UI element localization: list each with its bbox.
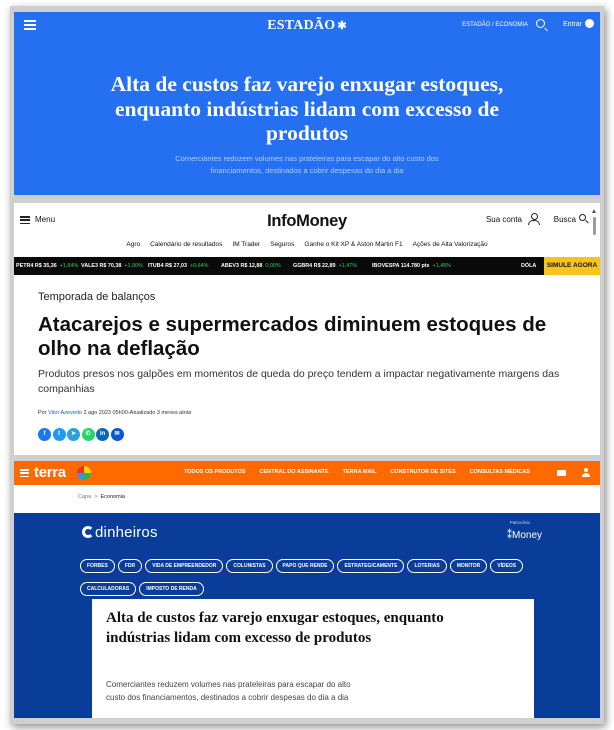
tag-papo-que-rende[interactable]: PAPO QUE RENDE (275, 559, 335, 573)
author-link[interactable]: Vitor Azevedo (48, 410, 82, 416)
nav-item-mail[interactable]: TERRA MAIL (343, 469, 377, 475)
nav-item-calendario[interactable]: Calendário de resultados (150, 241, 222, 248)
sponsor-logo[interactable]: ⁑Money (507, 530, 542, 541)
breadcrumb-home[interactable]: Capa (78, 494, 91, 500)
article-headline: Alta de custos faz varejo enxugar estoqu… (110, 72, 504, 145)
article-subheadline: Produtos presos nos galpões em momentos … (38, 368, 560, 395)
infomoney-nav: Agro Calendário de resultados IM Trader Seg… (14, 241, 600, 248)
tag-monitor[interactable]: MONITOR (449, 559, 488, 573)
tag-estrategicamente[interactable]: ESTRATEGICAMENTE (337, 559, 405, 573)
search-icon[interactable] (579, 214, 586, 221)
user-icon[interactable] (585, 19, 594, 28)
whatsapp-icon[interactable]: ✆ (81, 428, 95, 441)
article-kicker[interactable]: Temporada de balanços (38, 291, 155, 303)
scrollbar[interactable] (592, 209, 597, 235)
dinheiros-logo[interactable]: dinheiros (82, 524, 158, 541)
nav-item-consultas[interactable]: CONSULTAS MÉDICAS (470, 469, 530, 475)
infomoney-header: Menu InfoMoney Sua conta Busca (14, 203, 600, 239)
share-buttons: f t ➤ ✆ in ✉ (38, 428, 125, 442)
ticker-item[interactable]: ABEV3 R$ 12,88 0,00% (221, 263, 281, 269)
nav-item-assinante[interactable]: CENTRAL DO ASSINANTE (260, 469, 329, 475)
section-link[interactable]: ESTADÃO / ECONOMIA (462, 22, 528, 28)
article-card: Alta de custos faz varejo enxugar estoqu… (92, 599, 534, 718)
terra-logo[interactable]: terra (34, 464, 66, 481)
nav-item-kit-xp[interactable]: Ganhe o Kit XP & Aston Martin F1 (304, 241, 402, 248)
nav-item-seguros[interactable]: Seguros (270, 241, 294, 248)
article-headline: Atacarejos e supermercados diminuem esto… (38, 313, 547, 360)
stock-ticker: PETR4 R$ 35,36 +1,84% VALE3 R$ 70,38 +1,90… (14, 257, 600, 275)
category-tags: FORBES FDR VIDA DE EMPREENDEDOR COLUNISTAS P… (80, 554, 540, 600)
estadao-top-bar: ESTADÃO ✱ ESTADÃO / ECONOMIA Entrar (14, 12, 600, 42)
twitter-icon[interactable]: t (52, 428, 66, 441)
ticker-item[interactable]: VALE3 R$ 70,38 +1,90% (81, 263, 143, 269)
ticker-item[interactable]: DÓLA (521, 263, 536, 269)
account-link[interactable]: Sua conta (486, 215, 522, 224)
publish-date: 2 ago 2023 05h00-Atualizado 3 meses atrá… (83, 410, 192, 416)
ticker-item[interactable]: GGBR4 R$ 22,89 +1,47% (293, 263, 357, 269)
facebook-icon[interactable]: f (38, 428, 51, 441)
nav-item-agro[interactable]: Agro (126, 241, 140, 248)
tag-imposto-de-renda[interactable]: IMPOSTO DE RENDA (139, 582, 204, 596)
sponsor-label: Patrocínio (509, 520, 530, 525)
article-headline: Alta de custos faz varejo enxugar estoqu… (106, 610, 444, 646)
mail-icon[interactable] (557, 470, 566, 476)
ticker-item[interactable]: PETR4 R$ 35,36 +1,84% (16, 263, 78, 269)
article-subheadline: Comerciantes reduzem volumes nas pratele… (175, 154, 439, 175)
article-byline: Por Vitor Azevedo 2 ago 2023 05h00-Atual… (38, 410, 192, 416)
search-button[interactable]: Busca (554, 215, 576, 224)
login-link[interactable]: Entrar (563, 21, 582, 28)
breadcrumb-current[interactable]: Economia (101, 494, 125, 500)
telegram-icon[interactable]: ➤ (67, 428, 80, 441)
breadcrumb: Capa > Economia (78, 494, 125, 500)
terra-article-page: terra TODOS OS PRODUTOS CENTRAL DO ASSINA… (14, 461, 600, 718)
terra-flower-icon (77, 466, 91, 480)
person-icon[interactable] (528, 213, 540, 225)
simule-agora-button[interactable]: SIMULE AGORA (544, 257, 600, 275)
infomoney-article-page: Menu InfoMoney Sua conta Busca Agro Calen… (14, 203, 600, 455)
tag-forbes[interactable]: FORBES (80, 559, 115, 573)
estadao-logo-mark: ✱ (337, 20, 347, 32)
tag-colunistas[interactable]: COLUNISTAS (226, 559, 273, 573)
tag-loterias[interactable]: LOTERIAS (407, 559, 447, 573)
tag-calculadoras[interactable]: CALCULADORAS (80, 582, 137, 596)
user-icon[interactable] (582, 468, 590, 478)
tag-fdr[interactable]: FDR (117, 559, 143, 573)
nav-item-im-trader[interactable]: IM Trader (232, 241, 260, 248)
nav-item-sites[interactable]: CONSTRUTOR DE SITES (390, 469, 455, 475)
tag-vida-empreendedor[interactable]: VIDA DE EMPREENDEDOR (145, 559, 224, 573)
nav-item-produtos[interactable]: TODOS OS PRODUTOS (184, 469, 246, 475)
article-subheadline: Comerciantes reduzem volumes nas pratele… (106, 680, 351, 702)
search-icon[interactable] (536, 19, 545, 28)
dinheiros-logo-icon (82, 526, 94, 538)
nav-item-acoes[interactable]: Ações de Alta Valorização (413, 241, 488, 248)
ticker-item[interactable]: IBOVESPA 114.780 pts +1,45% (372, 263, 451, 269)
tag-videos[interactable]: VÍDEOS (490, 559, 524, 573)
terra-nav: TODOS OS PRODUTOS CENTRAL DO ASSINANTE TER… (184, 469, 544, 475)
ticker-item[interactable]: ITUB4 R$ 27,03 +0,64% (148, 263, 208, 269)
email-icon[interactable]: ✉ (110, 428, 124, 441)
terra-top-bar: terra TODOS OS PRODUTOS CENTRAL DO ASSINA… (14, 461, 600, 485)
hamburger-icon[interactable] (20, 469, 29, 478)
linkedin-icon[interactable]: in (96, 428, 109, 441)
dinheiros-section: dinheiros Patrocínio ⁑Money FORBES FDR VID… (14, 513, 600, 718)
estadao-article-header: ESTADÃO ✱ ESTADÃO / ECONOMIA Entrar Alta … (14, 12, 600, 195)
